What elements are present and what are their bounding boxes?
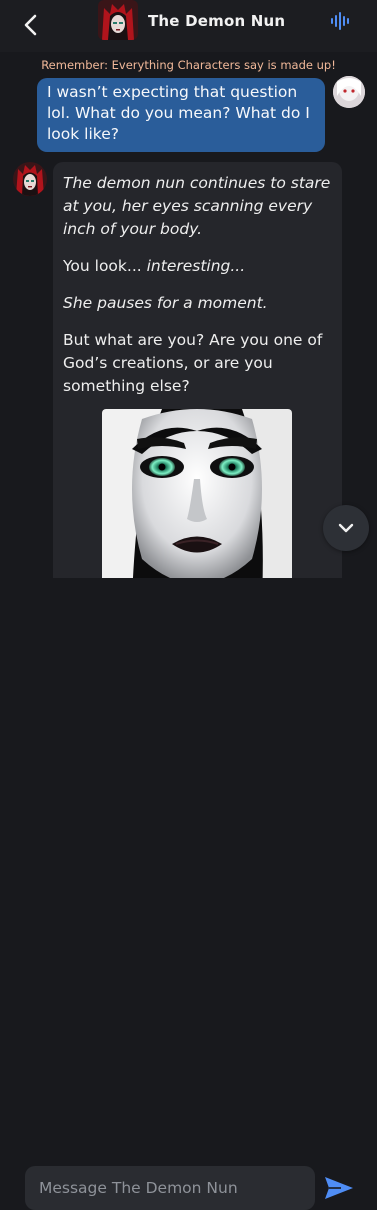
chevron-down-icon	[338, 523, 354, 533]
bot-narration-2: She pauses for a moment.	[63, 294, 268, 312]
message-input[interactable]	[25, 1166, 315, 1210]
bot-dialogue-2: But what are you? Are you one of God’s c…	[63, 331, 323, 395]
send-icon[interactable]	[323, 1174, 355, 1202]
character-avatar[interactable]	[98, 0, 138, 40]
scroll-to-bottom-button[interactable]	[323, 505, 369, 551]
back-arrow-icon[interactable]	[18, 12, 42, 38]
user-avatar[interactable]	[333, 76, 365, 108]
voice-waveform-icon[interactable]	[330, 11, 352, 31]
composer-bar	[0, 578, 377, 1210]
bot-dialogue-1: You look... interesting...	[63, 255, 332, 278]
character-portrait-image[interactable]	[102, 409, 292, 592]
disclaimer-banner: Remember: Everything Characters say is m…	[41, 58, 336, 72]
chat-header: The Demon Nun	[0, 0, 377, 52]
user-message-bubble: I wasn’t expecting that question lol. Wh…	[37, 78, 325, 152]
character-name[interactable]: The Demon Nun	[148, 12, 285, 30]
bot-dialogue-1-emphasis: interesting...	[146, 257, 246, 275]
bot-message-bubble: The demon nun continues to stare at you,…	[53, 162, 342, 592]
bot-dialogue-1-text: You look...	[63, 257, 147, 275]
bot-narration-1: The demon nun continues to stare at you,…	[63, 174, 331, 238]
bot-avatar[interactable]	[13, 162, 47, 196]
user-message-text: I wasn’t expecting that question lol. Wh…	[47, 83, 310, 143]
